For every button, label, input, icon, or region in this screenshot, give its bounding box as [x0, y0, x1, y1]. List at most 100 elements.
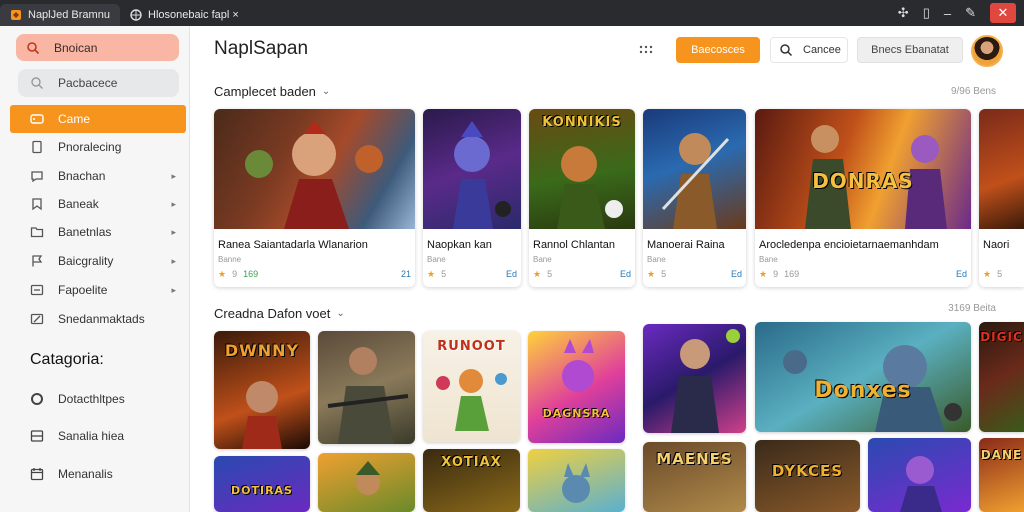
extensions-icon[interactable]: ✣ [898, 5, 909, 21]
sidebar-search-input[interactable]: Pacbacece [18, 69, 179, 97]
category-item[interactable]: Menanalis [30, 462, 113, 486]
game-tile-text: DYKCES [771, 462, 844, 480]
sidebar-item-label: Pnoralecing [58, 140, 122, 154]
app-favicon-icon [11, 10, 21, 20]
avatar[interactable] [971, 35, 1003, 67]
game-tile[interactable]: Donxes [755, 322, 971, 432]
game-card[interactable]: Manoerai Raina Bane ★ 5 Ed [643, 109, 746, 287]
chevron-down-icon: ⌄ [321, 86, 331, 97]
game-tile-text: DAGNSRA [542, 407, 611, 420]
star-icon: ★ [533, 269, 542, 279]
sidebar-item-bnachan[interactable]: Bnachan ▸ [10, 162, 186, 190]
game-tile[interactable]: DOTIRAS [214, 456, 310, 512]
game-card-meta: ★ 9 169 Ed [759, 269, 967, 280]
section-title[interactable]: Creadna Dafon voet ⌄ [214, 306, 345, 321]
game-card-art-text: KONNIKIS [542, 115, 622, 130]
game-card-art: DONRAS [755, 109, 971, 229]
game-card-subtitle: Banne [218, 255, 242, 264]
chat-icon [31, 171, 43, 183]
game-card-count: 21 [400, 269, 411, 279]
game-tile[interactable]: MAENES [643, 442, 746, 512]
chevron-right-icon: ▸ [171, 226, 176, 237]
chevron-right-icon: ▸ [171, 284, 176, 295]
game-card[interactable]: Ranea Saiantadarla Wlanarion Banne ★ 9 1… [214, 109, 415, 287]
browser-tab[interactable]: Hlosonebaic fapl × [120, 4, 260, 26]
game-card-badge: 169 [243, 269, 259, 279]
apps-grid-icon[interactable] [638, 42, 654, 58]
game-card-art [643, 109, 746, 229]
section-more-link[interactable]: 9/96 Bens [951, 86, 996, 97]
game-tile[interactable] [868, 438, 971, 512]
star-icon: ★ [647, 269, 656, 279]
section-title-label: Camplecet baden [214, 84, 316, 99]
chevron-right-icon: ▸ [171, 170, 176, 181]
section-title[interactable]: Camplecet baden ⌄ [214, 84, 330, 99]
header-search[interactable]: Cancee [770, 37, 848, 63]
sidebar-item-baneak[interactable]: Baneak ▸ [10, 190, 186, 218]
game-card[interactable]: KONNIKIS Rannol Chlantan Bane ★ 5 Ed [529, 109, 635, 287]
sidebar-item-snedanmaktads[interactable]: Snedanmaktads [10, 305, 186, 333]
game-tile[interactable] [318, 453, 415, 512]
browser-tab-active[interactable]: NaplЈed Bramnu [0, 4, 120, 26]
game-tile-text: DOTIRAS [231, 484, 293, 497]
page-title: NaplSapan [214, 38, 309, 59]
game-card-subtitle: Bane [647, 255, 666, 264]
game-tile[interactable]: XOTIAX [423, 449, 520, 512]
game-card-meta: ★ 5 Ed [427, 269, 517, 280]
sidebar-item-label: Snedanmaktads [58, 312, 145, 326]
game-card-subtitle: Bane [533, 255, 552, 264]
game-tile[interactable] [643, 324, 746, 433]
game-tile[interactable] [528, 449, 625, 512]
game-tile-text: DIGIC [980, 330, 1023, 344]
game-tile[interactable]: DIGIC [979, 322, 1024, 432]
game-card[interactable]: DONRAS Arocledenpa encioietarnaemanhdam … [755, 109, 971, 287]
game-card-meta: ★ 5 Ed [647, 269, 742, 280]
category-item[interactable]: Sanalia hiea [30, 424, 124, 448]
game-card-rating: 5 [997, 269, 1003, 279]
category-item[interactable]: Dotacthltpes [30, 387, 125, 411]
game-card-art [979, 109, 1024, 229]
search-icon [780, 44, 793, 57]
category-label: Menanalis [58, 467, 113, 481]
game-card-rating: 9 [232, 269, 238, 279]
sidebar-search-pill[interactable]: Bnoican [16, 34, 179, 61]
game-card-count: Ed [505, 269, 517, 279]
sidebar-item-fapoelite[interactable]: Fapoelite ▸ [10, 276, 186, 304]
game-tile[interactable]: DANE [979, 438, 1024, 512]
game-card-art-text: DONRAS [812, 169, 914, 193]
sidebar-item-label: Bnachan [58, 169, 106, 183]
game-tile-text: XOTIAX [441, 455, 502, 470]
game-tile[interactable]: DWNNY [214, 331, 310, 449]
sidebar-item-banetnlas[interactable]: Banetnlas ▸ [10, 218, 186, 246]
game-card[interactable]: Naori ★ 5 [979, 109, 1024, 287]
game-tile[interactable]: DAGNSRA [528, 331, 625, 443]
minimize-icon[interactable]: – [944, 6, 951, 21]
sidebar-item-label: Baicgrality [58, 254, 114, 268]
game-card-subtitle: Bane [759, 255, 778, 264]
close-window-icon[interactable]: ✕ [990, 3, 1016, 23]
secondary-button[interactable]: Bnecs Ebanatat [857, 37, 963, 63]
game-card-subtitle: Bane [427, 255, 446, 264]
clipboard-icon[interactable]: ▯ [923, 5, 930, 21]
game-card[interactable]: Naopkan kan Bane ★ 5 Ed [423, 109, 521, 287]
chevron-right-icon: ▸ [171, 255, 176, 266]
chevron-down-icon: ⌄ [336, 308, 345, 319]
minus-box-icon [30, 284, 44, 296]
category-label: Dotacthltpes [58, 392, 125, 406]
star-icon: ★ [427, 269, 436, 279]
sidebar-item-processing[interactable]: Pnoralecing [10, 133, 186, 161]
sidebar-item-baicgrality[interactable]: Baicgrality ▸ [10, 247, 186, 275]
sidebar: Bnoican Pacbacece Came Pnoralecing Bnach… [0, 26, 190, 512]
section-more-link[interactable]: 3169 Beita [948, 303, 996, 314]
game-tile[interactable]: DYKCES [755, 440, 860, 512]
game-tile[interactable]: RUNOOT [423, 331, 520, 442]
game-tile[interactable] [318, 331, 415, 444]
game-card-rating: 5 [441, 269, 447, 279]
sidebar-item-game[interactable]: Came [10, 105, 186, 133]
search-icon [27, 41, 40, 54]
pen-icon[interactable]: ✎ [965, 5, 976, 21]
primary-button[interactable]: Baecosces [676, 37, 760, 63]
game-tile-text: DANE [980, 448, 1023, 462]
circle-icon [31, 393, 43, 405]
game-card-meta: ★ 9 169 21 [218, 269, 411, 280]
